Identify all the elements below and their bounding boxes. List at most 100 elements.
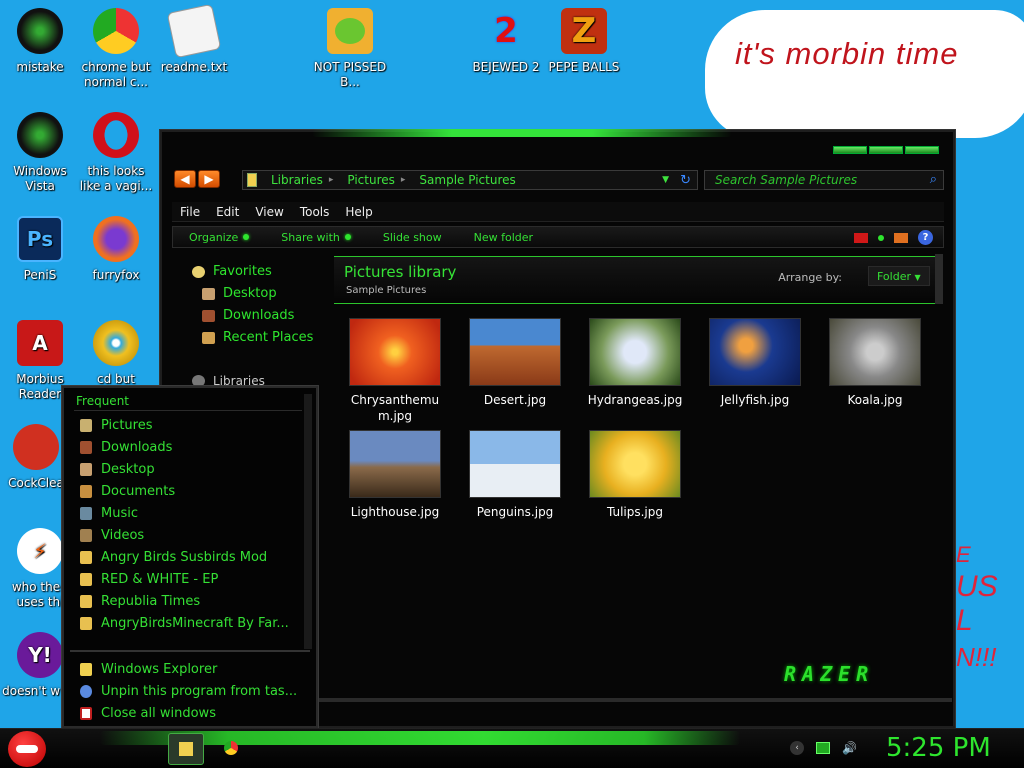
- preview-pane-icon[interactable]: [894, 232, 908, 243]
- menu-tools[interactable]: Tools: [292, 205, 338, 219]
- jump-task-windows-explorer[interactable]: Windows Explorer: [80, 662, 217, 677]
- jump-item-label: Republia Times: [101, 594, 201, 609]
- menu-bar: File Edit View Tools Help: [172, 202, 944, 222]
- show-hidden-icons[interactable]: ‹: [790, 741, 804, 755]
- desktop-icon-penis[interactable]: Ps PeniS: [0, 216, 80, 283]
- file-item[interactable]: Lighthouse.jpg: [340, 430, 450, 520]
- help-icon[interactable]: ?: [918, 230, 933, 245]
- scribble-text: E: [956, 542, 971, 567]
- scribble-text: L: [956, 604, 973, 637]
- desktop-icon-opera[interactable]: this looks like a vagi...: [76, 112, 156, 194]
- desktop-icon-furryfox[interactable]: furryfox: [76, 216, 156, 283]
- jump-item-angrybirds-minecraft[interactable]: AngryBirdsMinecraft By Far...: [80, 616, 289, 631]
- jump-item-red-white[interactable]: RED & WHITE - EP: [80, 572, 218, 587]
- photoshop-icon: Ps: [17, 216, 63, 262]
- clock[interactable]: 5:25 PM: [886, 733, 991, 763]
- jump-item-angry-birds-mod[interactable]: Angry Birds Susbirds Mod: [80, 550, 267, 565]
- jump-task-close-all[interactable]: Close all windows: [80, 706, 216, 721]
- file-item[interactable]: Jellyfish.jpg: [700, 318, 810, 408]
- desktop-icon-not-pissed[interactable]: NOT PISSED B...: [310, 8, 390, 90]
- nav-downloads[interactable]: Downloads: [202, 308, 294, 323]
- forward-button[interactable]: ▶: [198, 170, 220, 188]
- menu-view[interactable]: View: [247, 205, 291, 219]
- jump-item-pictures[interactable]: Pictures: [80, 418, 152, 433]
- menu-edit[interactable]: Edit: [208, 205, 247, 219]
- koala-thumbnail: [829, 318, 921, 386]
- chevron-right-icon[interactable]: ▸: [329, 175, 334, 185]
- nav-favorites[interactable]: Favorites: [192, 264, 272, 279]
- jump-list-header: Frequent: [76, 394, 129, 408]
- file-item[interactable]: Koala.jpg: [820, 318, 930, 408]
- jump-list: Frequent Pictures Downloads Desktop Docu…: [62, 386, 318, 728]
- bejeweled-icon: 2: [494, 10, 518, 51]
- organize-button[interactable]: Organize: [173, 231, 265, 244]
- file-item[interactable]: Chrysanthemum.jpg: [340, 318, 450, 424]
- jump-item-videos[interactable]: Videos: [80, 528, 144, 543]
- scribble-text: US: [956, 570, 998, 603]
- chrome-icon: [93, 8, 139, 54]
- jump-item-music[interactable]: Music: [80, 506, 138, 521]
- file-item[interactable]: Hydrangeas.jpg: [580, 318, 690, 408]
- menu-file[interactable]: File: [172, 205, 208, 219]
- address-bar[interactable]: Libraries ▸ Pictures ▸ Sample Pictures ▼ ↻: [242, 170, 698, 190]
- file-item[interactable]: Tulips.jpg: [580, 430, 690, 520]
- angry-birds-pig-icon: [327, 8, 373, 54]
- desktop-icon-pepe-balls[interactable]: Z PEPE BALLS: [544, 8, 624, 75]
- jump-item-label: Documents: [101, 484, 176, 499]
- folder-icon: [80, 573, 92, 586]
- nav-recent-places[interactable]: Recent Places: [202, 330, 313, 345]
- header-scrollbar[interactable]: [935, 254, 943, 304]
- file-item[interactable]: Penguins.jpg: [460, 430, 570, 520]
- taskbar-chrome-button[interactable]: [224, 741, 238, 755]
- jump-item-label: Angry Birds Susbirds Mod: [101, 550, 268, 565]
- share-with-button[interactable]: Share with: [265, 231, 367, 244]
- title-glow: [312, 129, 732, 137]
- start-button[interactable]: [8, 731, 46, 767]
- new-folder-button[interactable]: New folder: [458, 231, 549, 244]
- jump-item-label: Videos: [101, 528, 145, 543]
- minimize-button[interactable]: [833, 146, 867, 154]
- jump-list-scrollbar: [304, 394, 312, 649]
- back-button[interactable]: ◀: [174, 170, 196, 188]
- chevron-right-icon[interactable]: ▸: [401, 175, 406, 185]
- desktop-icon-mistake[interactable]: mistake: [0, 8, 80, 75]
- slide-show-button[interactable]: Slide show: [367, 231, 458, 244]
- navigation-pane: Favorites Desktop Downloads Recent Place…: [172, 254, 332, 404]
- taskbar-explorer-button[interactable]: [168, 733, 204, 765]
- jump-task-unpin[interactable]: Unpin this program from tas...: [80, 684, 297, 699]
- folder-icon: [80, 595, 92, 608]
- desktop-icon-chrome[interactable]: chrome but normal c...: [76, 8, 156, 90]
- search-icon[interactable]: ⌕: [930, 172, 937, 187]
- desktop-icon-windows-vista[interactable]: Windows Vista: [0, 112, 80, 194]
- views-icon[interactable]: [854, 232, 868, 243]
- breadcrumb-sample-pictures[interactable]: Sample Pictures: [419, 173, 515, 187]
- desktop-icon-label: NOT PISSED B...: [313, 60, 387, 89]
- breadcrumb-pictures[interactable]: Pictures: [347, 173, 395, 187]
- search-input[interactable]: Search Sample Pictures ⌕: [704, 170, 944, 190]
- downloads-folder-icon: [80, 441, 92, 454]
- jump-item-desktop[interactable]: Desktop: [80, 462, 155, 477]
- arrange-by-dropdown[interactable]: Folder ▼: [868, 266, 930, 286]
- refresh-icon[interactable]: ↻: [680, 173, 691, 188]
- close-button[interactable]: [905, 146, 939, 154]
- library-header: Pictures library Sample Pictures Arrange…: [334, 256, 942, 304]
- jump-item-republia-times[interactable]: Republia Times: [80, 594, 200, 609]
- menu-help[interactable]: Help: [337, 205, 380, 219]
- jump-item-downloads[interactable]: Downloads: [80, 440, 172, 455]
- desktop-icon-readme[interactable]: readme.txt: [154, 3, 234, 75]
- dropdown-dot-icon[interactable]: [878, 234, 884, 241]
- volume-icon[interactable]: 🔊: [842, 741, 857, 755]
- breadcrumb-libraries[interactable]: Libraries: [271, 173, 323, 187]
- maximize-button[interactable]: [869, 146, 903, 154]
- bubble-text: it's morbin time: [735, 36, 959, 71]
- jump-item-documents[interactable]: Documents: [80, 484, 175, 499]
- file-item[interactable]: Desert.jpg: [460, 318, 570, 408]
- desktop-icon-label: PeniS: [23, 268, 57, 282]
- chevron-down-icon[interactable]: ▼: [662, 175, 669, 185]
- network-icon[interactable]: [816, 742, 830, 754]
- recent-places-icon: [202, 331, 215, 344]
- nav-desktop[interactable]: Desktop: [202, 286, 277, 301]
- desktop-icon-bejeweled[interactable]: 2 BEJEWED 2: [466, 8, 546, 75]
- file-name: Chrysanthemum.jpg: [350, 393, 440, 423]
- desktop-icon-cd[interactable]: cd but: [76, 320, 156, 387]
